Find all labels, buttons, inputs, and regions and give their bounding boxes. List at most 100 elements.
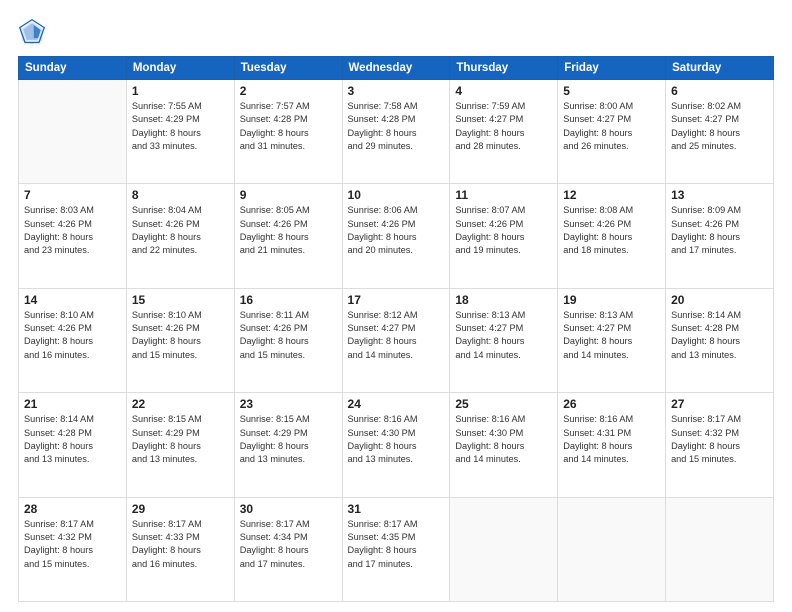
calendar-week-2: 7 Sunrise: 8:03 AMSunset: 4:26 PMDaylight… (19, 184, 774, 288)
calendar-cell: 20 Sunrise: 8:14 AMSunset: 4:28 PMDayligh… (666, 288, 774, 392)
day-info: Sunrise: 8:10 AMSunset: 4:26 PMDaylight:… (132, 309, 229, 362)
day-info: Sunrise: 8:02 AMSunset: 4:27 PMDaylight:… (671, 100, 768, 153)
day-info: Sunrise: 7:57 AMSunset: 4:28 PMDaylight:… (240, 100, 337, 153)
calendar-cell: 26 Sunrise: 8:16 AMSunset: 4:31 PMDayligh… (558, 393, 666, 497)
day-number: 31 (348, 502, 445, 516)
calendar-cell: 19 Sunrise: 8:13 AMSunset: 4:27 PMDayligh… (558, 288, 666, 392)
day-info: Sunrise: 7:59 AMSunset: 4:27 PMDaylight:… (455, 100, 552, 153)
calendar-cell: 24 Sunrise: 8:16 AMSunset: 4:30 PMDayligh… (342, 393, 450, 497)
page: SundayMondayTuesdayWednesdayThursdayFrid… (0, 0, 792, 612)
day-number: 8 (132, 188, 229, 202)
calendar-cell: 5 Sunrise: 8:00 AMSunset: 4:27 PMDaylight… (558, 80, 666, 184)
day-number: 28 (24, 502, 121, 516)
calendar-cell: 25 Sunrise: 8:16 AMSunset: 4:30 PMDayligh… (450, 393, 558, 497)
calendar-cell: 2 Sunrise: 7:57 AMSunset: 4:28 PMDaylight… (234, 80, 342, 184)
day-info: Sunrise: 8:00 AMSunset: 4:27 PMDaylight:… (563, 100, 660, 153)
day-info: Sunrise: 8:17 AMSunset: 4:33 PMDaylight:… (132, 518, 229, 571)
day-info: Sunrise: 7:55 AMSunset: 4:29 PMDaylight:… (132, 100, 229, 153)
day-number: 25 (455, 397, 552, 411)
calendar-cell: 28 Sunrise: 8:17 AMSunset: 4:32 PMDayligh… (19, 497, 127, 601)
day-info: Sunrise: 8:03 AMSunset: 4:26 PMDaylight:… (24, 204, 121, 257)
calendar-cell: 1Sunrise: 7:55 AMSunset: 4:29 PMDaylight… (126, 80, 234, 184)
day-number: 27 (671, 397, 768, 411)
day-info: Sunrise: 8:11 AMSunset: 4:26 PMDaylight:… (240, 309, 337, 362)
calendar-cell: 22Sunrise: 8:15 AMSunset: 4:29 PMDayligh… (126, 393, 234, 497)
day-number: 22 (132, 397, 229, 411)
col-header-wednesday: Wednesday (342, 57, 450, 80)
day-info: Sunrise: 8:16 AMSunset: 4:31 PMDaylight:… (563, 413, 660, 466)
calendar-cell: 9 Sunrise: 8:05 AMSunset: 4:26 PMDaylight… (234, 184, 342, 288)
day-info: Sunrise: 8:14 AMSunset: 4:28 PMDaylight:… (24, 413, 121, 466)
day-number: 15 (132, 293, 229, 307)
day-info: Sunrise: 8:09 AMSunset: 4:26 PMDaylight:… (671, 204, 768, 257)
calendar-cell (19, 80, 127, 184)
day-info: Sunrise: 8:08 AMSunset: 4:26 PMDaylight:… (563, 204, 660, 257)
day-info: Sunrise: 8:07 AMSunset: 4:26 PMDaylight:… (455, 204, 552, 257)
day-number: 20 (671, 293, 768, 307)
calendar-cell: 13 Sunrise: 8:09 AMSunset: 4:26 PMDayligh… (666, 184, 774, 288)
day-info: Sunrise: 8:04 AMSunset: 4:26 PMDaylight:… (132, 204, 229, 257)
calendar-cell: 29Sunrise: 8:17 AMSunset: 4:33 PMDayligh… (126, 497, 234, 601)
calendar-cell: 31 Sunrise: 8:17 AMSunset: 4:35 PMDayligh… (342, 497, 450, 601)
day-info: Sunrise: 8:15 AMSunset: 4:29 PMDaylight:… (240, 413, 337, 466)
day-number: 13 (671, 188, 768, 202)
day-info: Sunrise: 8:13 AMSunset: 4:27 PMDaylight:… (455, 309, 552, 362)
col-header-thursday: Thursday (450, 57, 558, 80)
logo (18, 18, 50, 46)
day-info: Sunrise: 8:13 AMSunset: 4:27 PMDaylight:… (563, 309, 660, 362)
day-number: 17 (348, 293, 445, 307)
day-number: 14 (24, 293, 121, 307)
day-info: Sunrise: 7:58 AMSunset: 4:28 PMDaylight:… (348, 100, 445, 153)
day-number: 10 (348, 188, 445, 202)
col-header-friday: Friday (558, 57, 666, 80)
day-number: 7 (24, 188, 121, 202)
calendar-cell: 6Sunrise: 8:02 AMSunset: 4:27 PMDaylight… (666, 80, 774, 184)
day-number: 12 (563, 188, 660, 202)
calendar-cell (666, 497, 774, 601)
day-info: Sunrise: 8:06 AMSunset: 4:26 PMDaylight:… (348, 204, 445, 257)
calendar-cell: 30Sunrise: 8:17 AMSunset: 4:34 PMDayligh… (234, 497, 342, 601)
header (18, 18, 774, 46)
day-number: 26 (563, 397, 660, 411)
calendar-cell: 7 Sunrise: 8:03 AMSunset: 4:26 PMDaylight… (19, 184, 127, 288)
day-number: 23 (240, 397, 337, 411)
calendar-cell: 16 Sunrise: 8:11 AMSunset: 4:26 PMDayligh… (234, 288, 342, 392)
day-info: Sunrise: 8:17 AMSunset: 4:35 PMDaylight:… (348, 518, 445, 571)
logo-icon (18, 18, 46, 46)
calendar-cell: 15 Sunrise: 8:10 AMSunset: 4:26 PMDayligh… (126, 288, 234, 392)
day-number: 5 (563, 84, 660, 98)
day-info: Sunrise: 8:16 AMSunset: 4:30 PMDaylight:… (455, 413, 552, 466)
day-info: Sunrise: 8:16 AMSunset: 4:30 PMDaylight:… (348, 413, 445, 466)
day-number: 19 (563, 293, 660, 307)
day-info: Sunrise: 8:17 AMSunset: 4:32 PMDaylight:… (24, 518, 121, 571)
day-info: Sunrise: 8:17 AMSunset: 4:32 PMDaylight:… (671, 413, 768, 466)
col-header-saturday: Saturday (666, 57, 774, 80)
day-info: Sunrise: 8:05 AMSunset: 4:26 PMDaylight:… (240, 204, 337, 257)
day-number: 2 (240, 84, 337, 98)
col-header-sunday: Sunday (19, 57, 127, 80)
calendar-cell: 4Sunrise: 7:59 AMSunset: 4:27 PMDaylight… (450, 80, 558, 184)
day-info: Sunrise: 8:12 AMSunset: 4:27 PMDaylight:… (348, 309, 445, 362)
calendar-cell (450, 497, 558, 601)
calendar-cell (558, 497, 666, 601)
day-info: Sunrise: 8:14 AMSunset: 4:28 PMDaylight:… (671, 309, 768, 362)
calendar-week-3: 14 Sunrise: 8:10 AMSunset: 4:26 PMDayligh… (19, 288, 774, 392)
calendar-cell: 18 Sunrise: 8:13 AMSunset: 4:27 PMDayligh… (450, 288, 558, 392)
calendar-week-1: 1Sunrise: 7:55 AMSunset: 4:29 PMDaylight… (19, 80, 774, 184)
day-number: 18 (455, 293, 552, 307)
calendar-cell: 21 Sunrise: 8:14 AMSunset: 4:28 PMDayligh… (19, 393, 127, 497)
calendar-header-row: SundayMondayTuesdayWednesdayThursdayFrid… (19, 57, 774, 80)
day-number: 24 (348, 397, 445, 411)
day-number: 3 (348, 84, 445, 98)
calendar-cell: 11 Sunrise: 8:07 AMSunset: 4:26 PMDayligh… (450, 184, 558, 288)
calendar-week-5: 28 Sunrise: 8:17 AMSunset: 4:32 PMDayligh… (19, 497, 774, 601)
calendar-cell: 23 Sunrise: 8:15 AMSunset: 4:29 PMDayligh… (234, 393, 342, 497)
day-number: 11 (455, 188, 552, 202)
day-number: 30 (240, 502, 337, 516)
day-number: 9 (240, 188, 337, 202)
calendar-cell: 12 Sunrise: 8:08 AMSunset: 4:26 PMDayligh… (558, 184, 666, 288)
day-number: 21 (24, 397, 121, 411)
calendar-table: SundayMondayTuesdayWednesdayThursdayFrid… (18, 56, 774, 602)
calendar-cell: 14Sunrise: 8:10 AMSunset: 4:26 PMDayligh… (19, 288, 127, 392)
day-number: 16 (240, 293, 337, 307)
